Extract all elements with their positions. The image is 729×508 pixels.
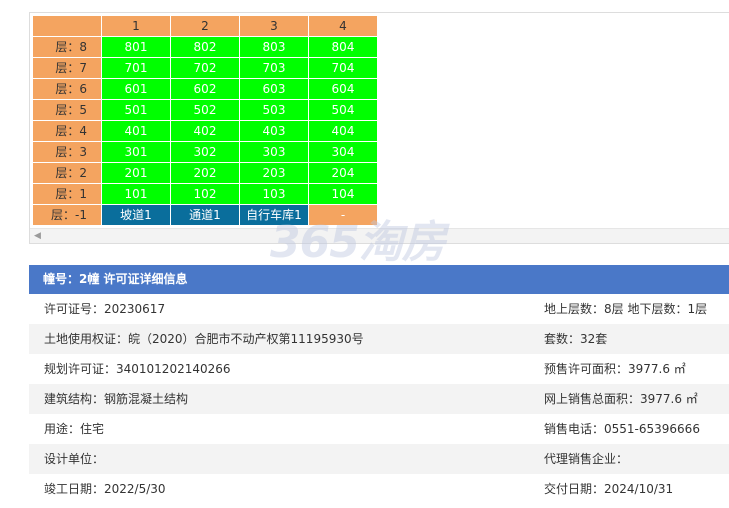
detail-left-value: 土地使用权证：皖（2020）合肥市不动产权第11195930号 [44,332,364,346]
floor-label: 层：-1 [32,204,102,226]
floor-grid-table: 1 2 3 4 层：8 801 802 803 804 层：7 701 702 … [32,15,378,226]
unit-cell[interactable]: 704 [308,57,378,79]
floor-row-2: 层：2 201 202 203 204 [32,162,378,184]
unit-cell[interactable]: 101 [101,183,171,205]
detail-right-value: 交付日期：2024/10/31 [544,482,674,496]
column-header: 2 [170,15,240,37]
facility-cell[interactable]: 坡道1 [101,204,171,226]
floor-row-4: 层：4 401 402 403 404 [32,120,378,142]
detail-left-value: 建筑结构：钢筋混凝土结构 [44,392,189,406]
unit-cell[interactable]: 404 [308,120,378,142]
floor-label: 层：5 [32,99,102,121]
unit-cell[interactable]: 103 [239,183,309,205]
floor-row-7: 层：7 701 702 703 704 [32,57,378,79]
unit-cell[interactable]: 102 [170,183,240,205]
unit-cell[interactable]: 303 [239,141,309,163]
unit-cell[interactable]: 504 [308,99,378,121]
detail-left-value: 设计单位： [44,452,105,466]
detail-row: 用途：住宅 销售电话：0551-65396666 [29,414,729,444]
unit-cell[interactable]: 302 [170,141,240,163]
unit-cell[interactable]: 202 [170,162,240,184]
detail-left-value: 规划许可证：340101202140266 [44,362,231,376]
unit-cell[interactable]: 802 [170,36,240,58]
detail-row: 规划许可证：340101202140266 预售许可面积：3977.6 ㎡ [29,354,729,384]
floor-label: 层：1 [32,183,102,205]
column-header: 1 [101,15,171,37]
detail-left-value: 竣工日期：2022/5/30 [44,482,166,496]
unit-cell[interactable]: 603 [239,78,309,100]
unit-cell[interactable]: 604 [308,78,378,100]
detail-row: 土地使用权证：皖（2020）合肥市不动产权第11195930号 套数：32套 [29,324,729,354]
unit-cell[interactable]: 203 [239,162,309,184]
floor-label: 层：4 [32,120,102,142]
detail-right-value: 代理销售企业： [544,452,629,466]
floor-row-1: 层：1 101 102 103 104 [32,183,378,205]
detail-row: 建筑结构：钢筋混凝土结构 网上销售总面积：3977.6 ㎡ [29,384,729,414]
unit-cell[interactable]: 602 [170,78,240,100]
unit-cell[interactable]: 301 [101,141,171,163]
unit-cell[interactable]: 601 [101,78,171,100]
column-header: 3 [239,15,309,37]
floor-grid-panel: 1 2 3 4 层：8 801 802 803 804 层：7 701 702 … [29,12,729,244]
detail-left-value: 许可证号：20230617 [44,302,166,316]
floor-row-3: 层：3 301 302 303 304 [32,141,378,163]
floor-row-6: 层：6 601 602 603 604 [32,78,378,100]
column-header: 4 [308,15,378,37]
unit-cell[interactable]: 401 [101,120,171,142]
unit-cell[interactable]: 502 [170,99,240,121]
grid-header-row: 1 2 3 4 [32,15,378,37]
unit-cell[interactable]: 701 [101,57,171,79]
floor-label: 层：7 [32,57,102,79]
facility-cell[interactable]: 通道1 [170,204,240,226]
detail-row: 竣工日期：2022/5/30 交付日期：2024/10/31 [29,474,729,504]
unit-cell[interactable]: 104 [308,183,378,205]
floor-label: 层：3 [32,141,102,163]
detail-section-title: 幢号：2幢 许可证详细信息 [29,265,729,294]
detail-right-value: 地上层数：8层 地下层数：1层 [544,302,708,316]
unit-cell[interactable]: 703 [239,57,309,79]
unit-cell[interactable]: 201 [101,162,171,184]
unit-cell[interactable]: 804 [308,36,378,58]
unit-cell[interactable]: 304 [308,141,378,163]
detail-row: 许可证号：20230617 地上层数：8层 地下层数：1层 [29,294,729,324]
unit-cell[interactable]: 503 [239,99,309,121]
floor-label: 层：8 [32,36,102,58]
unit-cell[interactable]: 801 [101,36,171,58]
unit-cell[interactable]: 702 [170,57,240,79]
detail-row: 设计单位： 代理销售企业： [29,444,729,474]
chevron-left-icon[interactable]: ◀ [34,230,41,242]
detail-right-value: 网上销售总面积：3977.6 ㎡ [544,392,698,406]
detail-left-value: 用途：住宅 [44,422,105,436]
floor-row-basement: 层：-1 坡道1 通道1 自行车库1 - [32,204,378,226]
detail-info-list: 许可证号：20230617 地上层数：8层 地下层数：1层 土地使用权证：皖（2… [29,294,729,504]
horizontal-scrollbar[interactable]: ◀ [30,228,729,243]
unit-cell[interactable]: 204 [308,162,378,184]
unit-cell[interactable]: 402 [170,120,240,142]
floor-label: 层：2 [32,162,102,184]
unit-cell[interactable]: 501 [101,99,171,121]
floor-row-8: 层：8 801 802 803 804 [32,36,378,58]
unit-cell[interactable]: 403 [239,120,309,142]
floor-label: 层：6 [32,78,102,100]
empty-cell: - [308,204,378,226]
grid-corner-cell [32,15,102,37]
facility-cell[interactable]: 自行车库1 [239,204,309,226]
unit-cell[interactable]: 803 [239,36,309,58]
detail-right-value: 销售电话：0551-65396666 [544,422,700,436]
floor-row-5: 层：5 501 502 503 504 [32,99,378,121]
detail-right-value: 预售许可面积：3977.6 ㎡ [544,362,686,376]
detail-right-value: 套数：32套 [544,332,608,346]
